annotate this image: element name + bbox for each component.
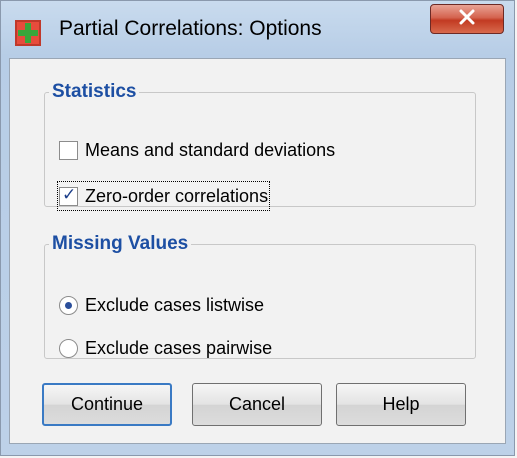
zero-order-checkbox[interactable] xyxy=(59,185,78,206)
statistics-group: Statistics Means and standard deviations… xyxy=(44,81,476,211)
help-button[interactable]: Help xyxy=(336,383,466,426)
statistics-group-title: Statistics xyxy=(52,81,137,102)
exclude-pairwise-option[interactable]: Exclude cases pairwise xyxy=(59,335,272,361)
continue-button[interactable]: Continue xyxy=(42,383,172,426)
dialog-body: Statistics Means and standard deviations… xyxy=(9,58,506,444)
window-title: Partial Correlations: Options xyxy=(59,17,322,40)
options-dialog: Partial Correlations: Options Statistics… xyxy=(0,0,515,456)
zero-order-label: Zero-order correlations xyxy=(85,185,269,206)
means-std-label: Means and standard deviations xyxy=(85,139,336,160)
exclude-listwise-option[interactable]: Exclude cases listwise xyxy=(59,292,264,318)
title-bar[interactable]: Partial Correlations: Options xyxy=(1,1,514,57)
close-icon xyxy=(458,9,476,30)
exclude-listwise-label: Exclude cases listwise xyxy=(85,294,265,315)
missing-values-group-title: Missing Values xyxy=(52,233,189,254)
close-button[interactable] xyxy=(430,4,504,34)
missing-values-group: Missing Values Exclude cases listwise Ex… xyxy=(44,233,476,359)
zero-order-checkbox-option[interactable]: Zero-order correlations xyxy=(56,181,271,211)
spss-app-icon xyxy=(15,20,41,46)
exclude-pairwise-radio[interactable] xyxy=(59,338,78,358)
exclude-pairwise-label: Exclude cases pairwise xyxy=(85,337,273,358)
cancel-button[interactable]: Cancel xyxy=(192,383,322,426)
exclude-listwise-radio[interactable] xyxy=(59,295,78,315)
means-std-checkbox[interactable] xyxy=(59,140,78,160)
means-std-checkbox-option[interactable]: Means and standard deviations xyxy=(59,137,335,163)
